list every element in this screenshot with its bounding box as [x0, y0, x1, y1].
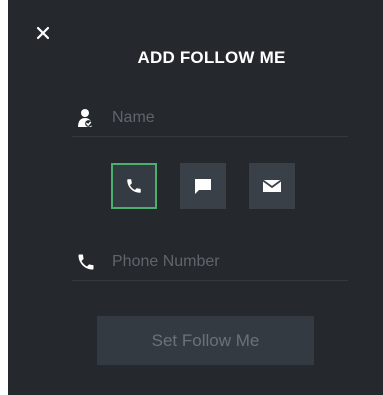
contact-type-mail-button[interactable] — [249, 163, 295, 209]
contact-type-chat-button[interactable] — [180, 163, 226, 209]
set-follow-me-button[interactable]: Set Follow Me — [97, 316, 314, 365]
dialog-title: ADD FOLLOW ME — [137, 48, 286, 67]
close-icon — [36, 26, 50, 40]
contact-type-selector — [111, 163, 295, 209]
add-follow-me-dialog: ADD FOLLOW ME Name Phone Number Set Foll… — [8, 0, 383, 395]
mail-icon — [262, 179, 282, 192]
phone-field — [72, 244, 348, 281]
phone-icon — [127, 179, 141, 193]
person-icon — [78, 109, 92, 127]
name-input[interactable] — [112, 106, 342, 130]
chat-icon — [195, 179, 211, 194]
name-field — [72, 100, 348, 137]
phone-icon — [78, 254, 94, 270]
phone-number-input[interactable] — [112, 250, 342, 274]
contact-type-phone-button[interactable] — [111, 163, 157, 209]
close-button[interactable] — [34, 24, 52, 42]
